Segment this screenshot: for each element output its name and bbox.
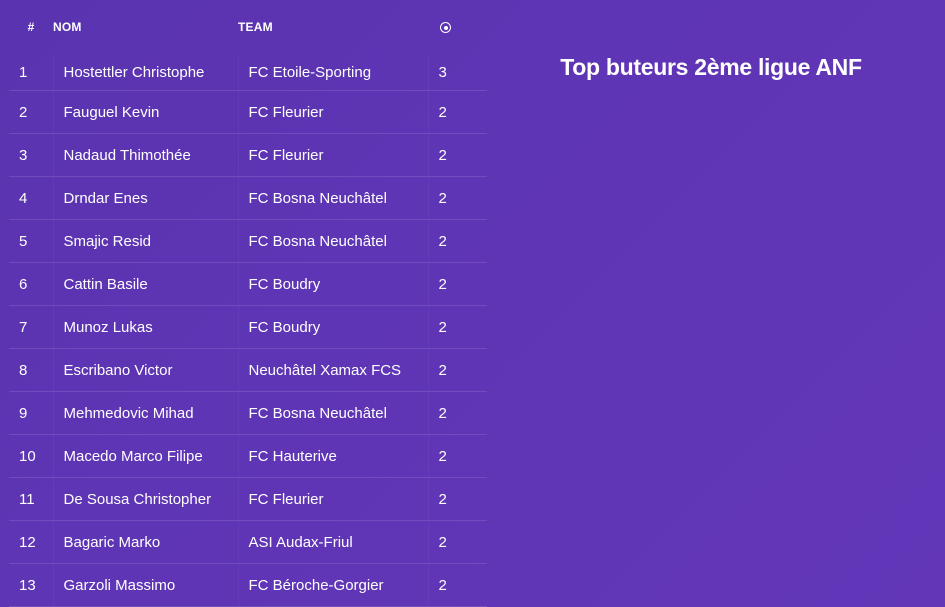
soccer-ball-icon (440, 22, 451, 34)
table-row[interactable]: 12 Bagaric Marko ASI Audax-Friul 2 (9, 520, 487, 564)
goals-cell: 2 (427, 262, 487, 306)
player-name-cell: De Sousa Christopher (52, 477, 238, 521)
table-row[interactable]: 4 Drndar Enes FC Bosna Neuchâtel 2 (9, 176, 487, 220)
goals-cell: 2 (427, 520, 487, 564)
player-name-cell: Macedo Marco Filipe (52, 434, 238, 478)
goals-cell: 2 (427, 434, 487, 478)
rank-cell: 6 (9, 262, 53, 306)
team-cell: FC Boudry (237, 305, 428, 349)
goals-cell: 3 (427, 54, 487, 91)
page-title: Top buteurs 2ème ligue ANF (560, 54, 862, 80)
goals-cell: 2 (427, 90, 487, 134)
rank-cell: 1 (9, 54, 53, 91)
table-row[interactable]: 3 Nadaud Thimothée FC Fleurier 2 (9, 133, 487, 177)
rank-cell: 11 (9, 477, 53, 521)
goals-cell: 2 (427, 348, 487, 392)
table-row[interactable]: 5 Smajic Resid FC Bosna Neuchâtel 2 (9, 219, 487, 263)
player-name-cell: Drndar Enes (52, 176, 238, 220)
player-name-cell: Mehmedovic Mihad (52, 391, 238, 435)
team-cell: FC Béroche-Gorgier (237, 563, 428, 607)
team-cell: FC Bosna Neuchâtel (237, 391, 428, 435)
player-name-cell: Cattin Basile (52, 262, 238, 306)
rank-cell: 8 (9, 348, 53, 392)
player-name-cell: Smajic Resid (52, 219, 238, 263)
rank-cell: 4 (9, 176, 53, 220)
goals-cell: 2 (427, 219, 487, 263)
scorers-table-container: # NOM TEAM 1 Hostettler Christophe FC Etoi… (9, 0, 487, 607)
table-row[interactable]: 13 Garzoli Massimo FC Béroche-Gorgier 2 (9, 563, 487, 607)
goals-cell: 2 (427, 133, 487, 177)
table-row[interactable]: 9 Mehmedovic Mihad FC Bosna Neuchâtel 2 (9, 391, 487, 435)
player-name-cell: Bagaric Marko (52, 520, 238, 564)
goals-cell: 2 (427, 477, 487, 521)
table-row[interactable]: 8 Escribano Victor Neuchâtel Xamax FCS 2 (9, 348, 487, 392)
team-cell: Neuchâtel Xamax FCS (237, 348, 428, 392)
rank-cell: 10 (9, 434, 53, 478)
player-name-cell: Escribano Victor (52, 348, 238, 392)
team-cell: FC Fleurier (237, 477, 428, 521)
team-cell: ASI Audax-Friul (237, 520, 428, 564)
header-name[interactable]: NOM (53, 0, 238, 54)
team-cell: FC Hauterive (237, 434, 428, 478)
rank-cell: 5 (9, 219, 53, 263)
goals-cell: 2 (427, 176, 487, 220)
table-row[interactable]: 10 Macedo Marco Filipe FC Hauterive 2 (9, 434, 487, 478)
team-cell: FC Fleurier (237, 133, 428, 177)
table-row[interactable]: 2 Fauguel Kevin FC Fleurier 2 (9, 90, 487, 134)
rank-cell: 13 (9, 563, 53, 607)
header-rank[interactable]: # (9, 0, 53, 54)
table-body: 1 Hostettler Christophe FC Etoile-Sporting… (9, 54, 487, 607)
rank-cell: 3 (9, 133, 53, 177)
rank-cell: 9 (9, 391, 53, 435)
team-cell: FC Boudry (237, 262, 428, 306)
player-name-cell: Hostettler Christophe (52, 54, 238, 91)
scorers-table: # NOM TEAM 1 Hostettler Christophe FC Etoi… (9, 0, 487, 607)
rank-cell: 2 (9, 90, 53, 134)
rank-cell: 7 (9, 305, 53, 349)
header-team[interactable]: TEAM (238, 0, 428, 54)
team-cell: FC Etoile-Sporting (237, 54, 428, 91)
header-row: # NOM TEAM (9, 0, 487, 54)
team-cell: FC Bosna Neuchâtel (237, 219, 428, 263)
table-row[interactable]: 11 De Sousa Christopher FC Fleurier 2 (9, 477, 487, 521)
team-cell: FC Bosna Neuchâtel (237, 176, 428, 220)
player-name-cell: Munoz Lukas (52, 305, 238, 349)
goals-cell: 2 (427, 305, 487, 349)
player-name-cell: Garzoli Massimo (52, 563, 238, 607)
player-name-cell: Fauguel Kevin (52, 90, 238, 134)
team-cell: FC Fleurier (237, 90, 428, 134)
table-row[interactable]: 1 Hostettler Christophe FC Etoile-Sporting… (9, 54, 487, 91)
goals-cell: 2 (427, 563, 487, 607)
player-name-cell: Nadaud Thimothée (52, 133, 238, 177)
goals-cell: 2 (427, 391, 487, 435)
table-row[interactable]: 6 Cattin Basile FC Boudry 2 (9, 262, 487, 306)
table-header: # NOM TEAM (9, 0, 487, 54)
table-row[interactable]: 7 Munoz Lukas FC Boudry 2 (9, 305, 487, 349)
rank-cell: 12 (9, 520, 53, 564)
header-goals[interactable] (428, 0, 487, 54)
